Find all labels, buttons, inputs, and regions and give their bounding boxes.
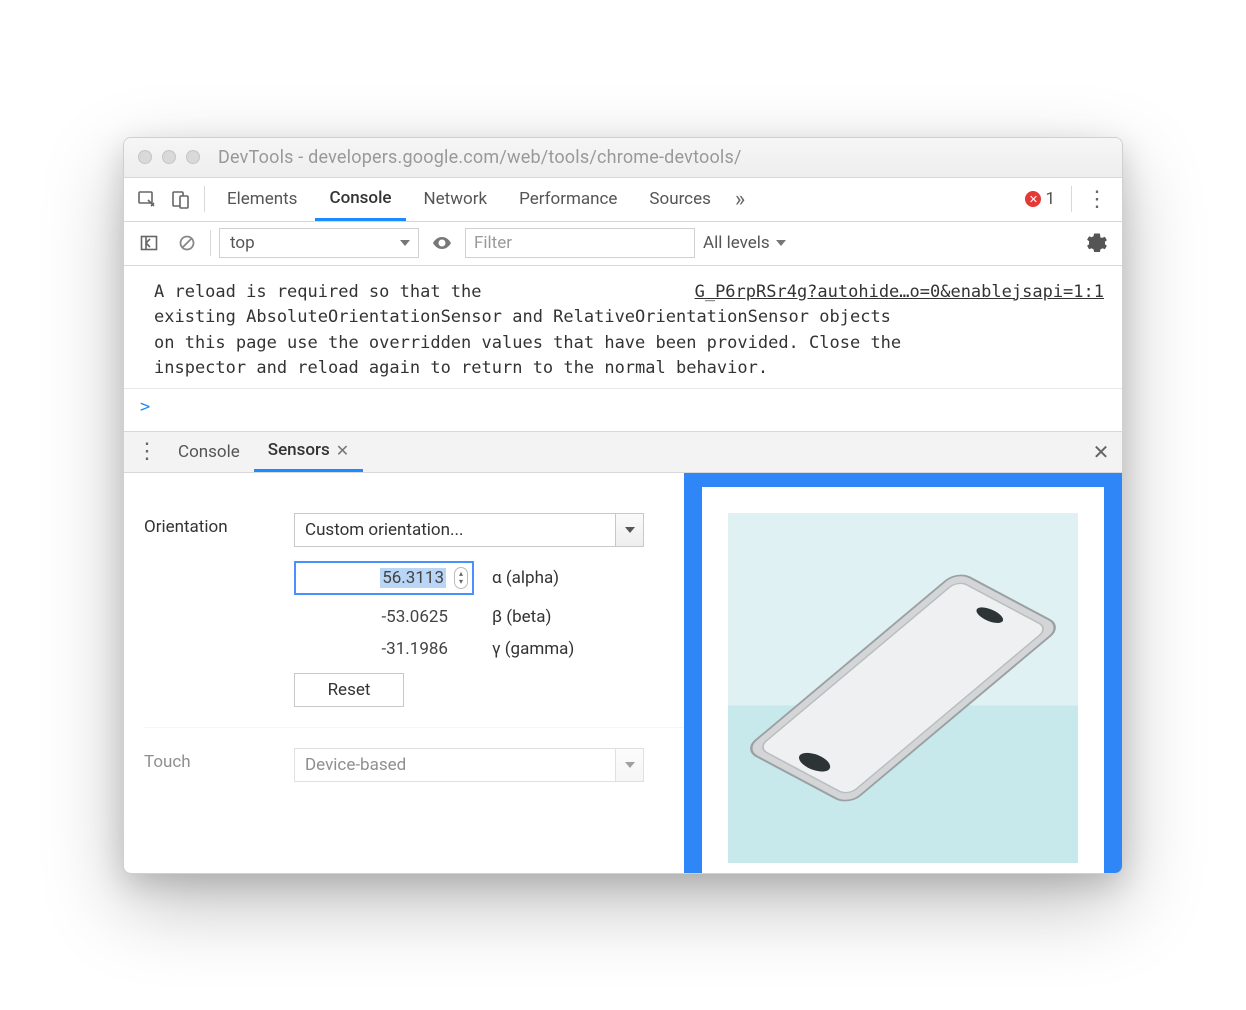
drawer-tab-sensors-label: Sensors (268, 440, 330, 460)
beta-input[interactable]: -53.0625 (294, 607, 474, 627)
tab-console[interactable]: Console (315, 178, 405, 221)
traffic-lights (138, 150, 200, 164)
orientation-visualization[interactable] (728, 513, 1078, 863)
orientation-visualization-highlight (684, 473, 1122, 873)
orientation-preset-select[interactable]: Custom orientation... (294, 513, 644, 547)
inspect-icon[interactable] (132, 184, 162, 214)
devtools-window: DevTools - developers.google.com/web/too… (123, 137, 1123, 874)
alpha-label: α (alpha) (492, 568, 559, 588)
log-levels-select[interactable]: All levels (703, 233, 786, 253)
alpha-input[interactable]: 56.3113 ▴▾ (294, 561, 474, 595)
console-toolbar: top Filter All levels (124, 222, 1122, 266)
beta-label: β (beta) (492, 607, 551, 627)
alpha-value: 56.3113 (380, 568, 446, 588)
filter-placeholder: Filter (474, 233, 512, 253)
window-titlebar: DevTools - developers.google.com/web/too… (124, 138, 1122, 178)
tab-sources[interactable]: Sources (635, 178, 724, 221)
traffic-max[interactable] (186, 150, 200, 164)
console-prompt[interactable]: > (124, 389, 1122, 431)
chevron-down-icon (615, 514, 643, 546)
traffic-min[interactable] (162, 150, 176, 164)
error-icon: ✕ (1025, 191, 1041, 207)
device-toggle-icon[interactable] (166, 184, 196, 214)
touch-label: Touch (144, 748, 294, 772)
separator (1071, 186, 1072, 212)
separator (204, 186, 205, 212)
context-select[interactable]: top (219, 228, 419, 258)
window-title: DevTools - developers.google.com/web/too… (218, 147, 742, 168)
console-sidebar-toggle-icon[interactable] (134, 228, 164, 258)
touch-select[interactable]: Device-based (294, 748, 644, 782)
sensors-panel: Orientation Custom orientation... 56.311… (124, 473, 1122, 873)
orientation-preset-value: Custom orientation... (305, 520, 463, 540)
drawer-kebab-icon[interactable]: ⋮ (130, 439, 164, 464)
reset-button[interactable]: Reset (294, 673, 404, 707)
traffic-close[interactable] (138, 150, 152, 164)
settings-gear-icon[interactable] (1082, 228, 1112, 258)
console-message: G_P6rpRSr4g?autohide…o=0&enablejsapi=1:1… (124, 266, 1122, 389)
chevron-down-icon (776, 240, 786, 246)
drawer-tab-sensors[interactable]: Sensors ✕ (254, 432, 363, 472)
chevron-down-icon (615, 749, 643, 781)
close-icon[interactable]: ✕ (336, 441, 349, 460)
tabs-overflow[interactable]: » (729, 187, 751, 212)
context-select-value: top (230, 233, 255, 253)
phone-model-icon (734, 563, 1072, 811)
clear-console-icon[interactable] (172, 228, 202, 258)
drawer-tab-console[interactable]: Console (164, 432, 254, 472)
filter-input[interactable]: Filter (465, 228, 695, 258)
tab-network[interactable]: Network (410, 178, 502, 221)
message-source-link[interactable]: G_P6rpRSr4g?autohide…o=0&enablejsapi=1:1 (695, 280, 1104, 306)
error-badge[interactable]: ✕ 1 (1025, 189, 1055, 209)
log-levels-label: All levels (703, 233, 770, 253)
tab-elements[interactable]: Elements (213, 178, 311, 221)
kebab-menu-icon[interactable]: ⋮ (1080, 187, 1114, 212)
orientation-label: Orientation (144, 513, 294, 537)
drawer-tabs: ⋮ Console Sensors ✕ ✕ (124, 431, 1122, 473)
stepper-icon[interactable]: ▴▾ (454, 567, 468, 589)
error-count: 1 (1045, 189, 1055, 209)
gamma-label: γ (gamma) (492, 639, 574, 659)
touch-value: Device-based (305, 755, 406, 775)
chevron-down-icon (400, 240, 410, 246)
eye-icon[interactable] (427, 228, 457, 258)
main-tabs: Elements Console Network Performance Sou… (124, 178, 1122, 222)
drawer-close-icon[interactable]: ✕ (1086, 437, 1116, 467)
separator (210, 230, 211, 256)
gamma-input[interactable]: -31.1986 (294, 639, 474, 659)
tab-performance[interactable]: Performance (505, 178, 631, 221)
